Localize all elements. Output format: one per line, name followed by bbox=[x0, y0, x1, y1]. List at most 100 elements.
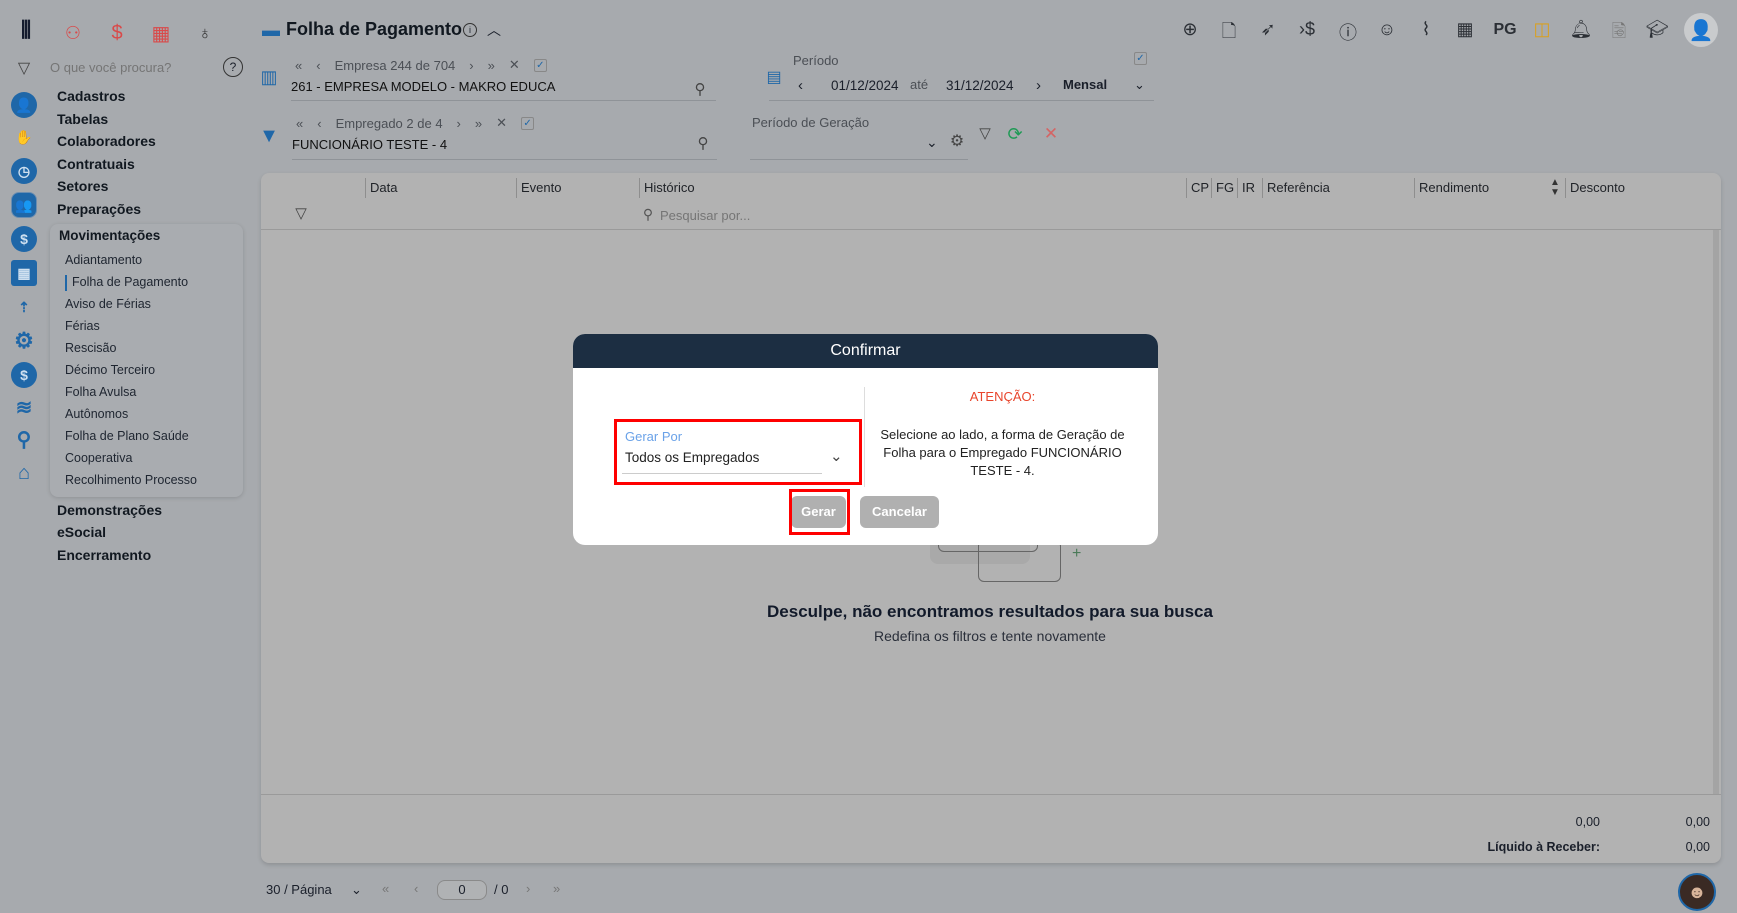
column-data[interactable]: Data bbox=[365, 178, 397, 198]
column-historico[interactable]: Histórico bbox=[639, 178, 695, 198]
menu-tabelas[interactable]: Tabelas bbox=[57, 111, 108, 127]
checkbox[interactable]: ✓ bbox=[533, 58, 547, 72]
menu-preparacoes[interactable]: Preparações bbox=[57, 201, 141, 217]
submenu-folha-de-pagamento[interactable]: Folha de Pagamento bbox=[72, 275, 188, 289]
menu-contratuais[interactable]: Contratuais bbox=[57, 156, 135, 172]
cancel-button[interactable]: Cancelar bbox=[860, 496, 939, 528]
users-icon[interactable]: ⚇ bbox=[60, 20, 86, 46]
people-icon[interactable]: 👥 bbox=[11, 192, 37, 218]
graduation-cap-icon[interactable]: 🎓︎ bbox=[1645, 19, 1669, 40]
money-bag-icon[interactable]: $ bbox=[11, 362, 37, 388]
column-cp[interactable]: CP bbox=[1186, 178, 1209, 198]
first-icon[interactable]: « bbox=[296, 116, 303, 131]
prev-icon[interactable]: ‹ bbox=[316, 58, 320, 73]
geracao-chevron-icon[interactable]: ⌄ bbox=[926, 134, 938, 151]
submenu-folha-plano-saude[interactable]: Folha de Plano Saúde bbox=[65, 429, 189, 443]
chevron-down-icon[interactable]: ⌄ bbox=[351, 882, 362, 898]
column-fg[interactable]: FG bbox=[1211, 178, 1234, 198]
periodo-start[interactable]: 01/12/2024 bbox=[831, 78, 899, 93]
checkbox[interactable]: ✓ bbox=[521, 116, 535, 130]
submenu-adiantamento[interactable]: Adiantamento bbox=[65, 253, 142, 267]
periodo-prev[interactable]: ‹ bbox=[798, 77, 803, 94]
column-rendimento[interactable]: Rendimento bbox=[1414, 178, 1489, 198]
column-desconto[interactable]: Desconto bbox=[1565, 178, 1625, 198]
arrow-dollar-icon[interactable]: ›$ bbox=[1295, 19, 1319, 40]
help-icon[interactable]: ? bbox=[223, 57, 243, 77]
periodo-checkbox[interactable]: ✓ bbox=[1134, 52, 1147, 65]
user-avatar[interactable]: 👤 bbox=[1684, 13, 1718, 47]
table-search-input[interactable] bbox=[660, 205, 960, 225]
submenu-autonomos[interactable]: Autônomos bbox=[65, 407, 128, 421]
cadastros-icon[interactable]: 👤 bbox=[11, 92, 37, 118]
brain-icon[interactable]: ☺ bbox=[1375, 19, 1399, 40]
dollar-icon[interactable]: $ bbox=[104, 20, 130, 46]
plus-circle-icon[interactable]: ⊕ bbox=[1178, 19, 1202, 40]
menu-esocial[interactable]: eSocial bbox=[57, 524, 106, 540]
chevron-down-icon[interactable]: ⌄ bbox=[1134, 77, 1145, 93]
document-icon[interactable]: 🗋 bbox=[1217, 19, 1241, 49]
empresa-field[interactable]: 261 - EMPRESA MODELO - MAKRO EDUCA bbox=[291, 79, 555, 94]
menu-encerramento[interactable]: Encerramento bbox=[57, 547, 151, 563]
column-referencia[interactable]: Referência bbox=[1262, 178, 1330, 198]
submenu-rescisao[interactable]: Rescisão bbox=[65, 341, 116, 355]
last-icon[interactable]: » bbox=[475, 116, 482, 131]
info-circle-icon[interactable]: ⓘ bbox=[1336, 19, 1360, 45]
column-ir[interactable]: IR bbox=[1237, 178, 1255, 198]
first-page-icon[interactable]: « bbox=[382, 881, 389, 896]
empregado-field[interactable]: FUNCIONÁRIO TESTE - 4 bbox=[292, 137, 447, 152]
filter-icon[interactable]: ▽ bbox=[292, 204, 310, 222]
periodo-mode-select[interactable]: Mensal bbox=[1063, 77, 1107, 92]
assistant-avatar[interactable]: ☻ bbox=[1678, 873, 1716, 911]
calculator-icon[interactable]: ▦ bbox=[11, 260, 37, 286]
bell-icon[interactable]: 🔔︎ bbox=[1569, 19, 1593, 40]
next-page-icon[interactable]: › bbox=[526, 881, 530, 896]
submenu-decimo-terceiro[interactable]: Décimo Terceiro bbox=[65, 363, 155, 377]
last-page-icon[interactable]: » bbox=[553, 881, 560, 896]
submenu-cooperativa[interactable]: Cooperativa bbox=[65, 451, 132, 465]
search-document-icon[interactable]: 🗟 bbox=[1607, 19, 1631, 49]
info-icon[interactable]: i bbox=[463, 23, 477, 37]
column-evento[interactable]: Evento bbox=[516, 178, 561, 198]
refresh-icon[interactable]: ⟳ bbox=[1005, 124, 1025, 144]
scrollbar[interactable] bbox=[1713, 230, 1719, 795]
next-icon[interactable]: › bbox=[469, 58, 473, 73]
calculator-icon[interactable]: ▦ bbox=[148, 20, 174, 46]
prev-icon[interactable]: ‹ bbox=[317, 116, 321, 131]
close-icon[interactable]: ✕ bbox=[1041, 124, 1061, 144]
sidebar-search-input[interactable] bbox=[50, 57, 210, 77]
menu-movimentacoes[interactable]: Movimentações bbox=[59, 228, 160, 243]
pg-button[interactable]: PG bbox=[1490, 21, 1520, 39]
paperclip-icon[interactable]: ⌇ bbox=[1414, 19, 1438, 40]
search-icon[interactable]: ⚲ bbox=[11, 426, 37, 452]
periodo-end[interactable]: 31/12/2024 bbox=[946, 78, 1014, 93]
clock-icon[interactable]: ◷ bbox=[11, 158, 37, 184]
prev-page-icon[interactable]: ‹ bbox=[414, 881, 418, 896]
search-icon[interactable]: ⚲ bbox=[691, 80, 709, 98]
logo-icon[interactable]: ⫴ bbox=[12, 17, 40, 44]
submenu-folha-avulsa[interactable]: Folha Avulsa bbox=[65, 385, 136, 399]
menu-setores[interactable]: Setores bbox=[57, 178, 108, 194]
filter-icon[interactable]: ▽ bbox=[12, 56, 36, 80]
note-icon[interactable]: ◫ bbox=[1530, 19, 1554, 40]
money-bag-icon[interactable]: ♁ bbox=[192, 20, 218, 46]
dollar-circle-icon[interactable]: $ bbox=[11, 226, 37, 252]
handshake-icon[interactable]: ✋ bbox=[11, 124, 37, 150]
home-icon[interactable]: ⌂ bbox=[11, 460, 37, 486]
rocket-icon[interactable]: ➶ bbox=[1256, 19, 1280, 40]
clear-icon[interactable]: ✕ bbox=[509, 57, 520, 73]
clear-icon[interactable]: ✕ bbox=[496, 115, 507, 131]
layers-icon[interactable]: ≋ bbox=[11, 394, 37, 420]
chevron-up-icon[interactable]: ︿ bbox=[486, 20, 502, 40]
page-input[interactable]: 0 bbox=[437, 880, 487, 900]
filter-icon[interactable]: ▽ bbox=[976, 124, 994, 142]
percent-arrow-icon[interactable]: ⇡ bbox=[11, 294, 37, 320]
gear-icon[interactable]: ⚙ bbox=[11, 328, 37, 354]
menu-cadastros[interactable]: Cadastros bbox=[57, 88, 125, 104]
submenu-aviso-de-ferias[interactable]: Aviso de Férias bbox=[65, 297, 151, 311]
menu-colaboradores[interactable]: Colaboradores bbox=[57, 133, 156, 149]
submenu-recolhimento-processo[interactable]: Recolhimento Processo bbox=[65, 473, 197, 487]
sort-icon[interactable]: ▲ ▼ bbox=[1550, 178, 1560, 198]
next-icon[interactable]: › bbox=[457, 116, 461, 131]
filter-icon[interactable]: ▼ bbox=[259, 125, 279, 147]
menu-demonstracoes[interactable]: Demonstrações bbox=[57, 502, 162, 518]
